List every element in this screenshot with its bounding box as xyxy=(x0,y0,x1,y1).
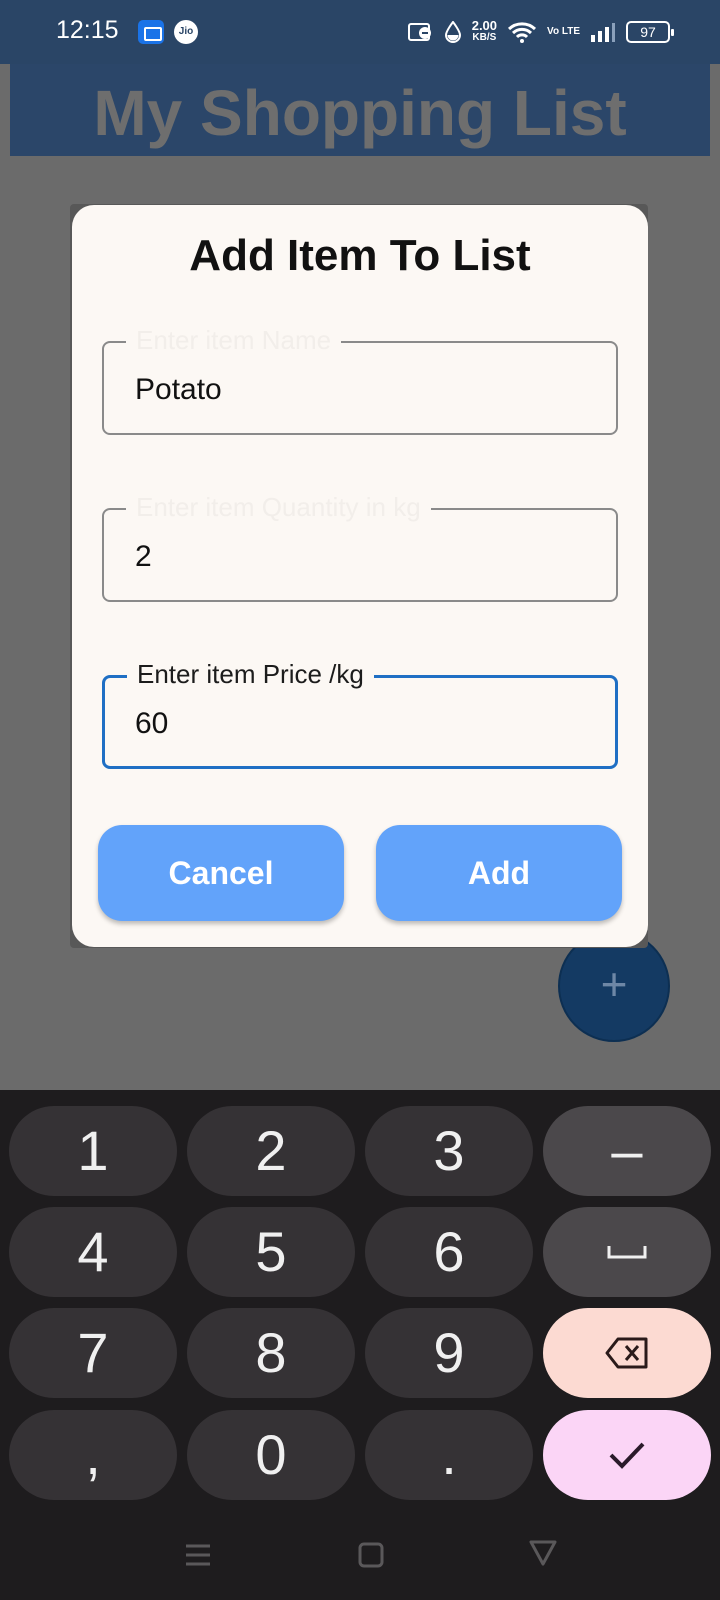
item-price-value[interactable]: 60 xyxy=(135,707,168,741)
menu-icon[interactable] xyxy=(183,1540,213,1570)
key-4[interactable]: 4 xyxy=(9,1207,177,1297)
network-speed: 2.00 KB/S xyxy=(471,18,498,43)
key-comma[interactable]: , xyxy=(9,1410,177,1500)
signal-icon xyxy=(591,23,615,42)
key-9[interactable]: 9 xyxy=(365,1308,533,1398)
wallet-icon xyxy=(138,20,164,44)
checkmark-icon xyxy=(609,1442,645,1469)
item-price-label: Enter item Price /kg xyxy=(127,659,374,690)
back-icon[interactable] xyxy=(528,1538,558,1568)
key-7[interactable]: 7 xyxy=(9,1308,177,1398)
key-6[interactable]: 6 xyxy=(365,1207,533,1297)
app-title: My Shopping List xyxy=(93,77,627,149)
item-quantity-label: Enter item Quantity in kg xyxy=(126,492,431,523)
item-quantity-field[interactable]: Enter item Quantity in kg 2 xyxy=(102,492,618,602)
volte-indicator: Vo LTE xyxy=(547,26,580,37)
key-1[interactable]: 1 xyxy=(9,1106,177,1196)
item-name-label: Enter item Name xyxy=(126,325,342,356)
key-0[interactable]: 0 xyxy=(187,1410,355,1500)
app-header: My Shopping List xyxy=(10,64,710,156)
key-2[interactable]: 2 xyxy=(187,1106,355,1196)
mute-icon xyxy=(407,23,431,41)
add-item-dialog: Add Item To List Enter item Name Potato … xyxy=(72,205,648,947)
item-quantity-value[interactable]: 2 xyxy=(135,540,152,574)
key-5[interactable]: 5 xyxy=(187,1207,355,1297)
key-8[interactable]: 8 xyxy=(187,1308,355,1398)
battery-indicator: 97 xyxy=(626,21,674,43)
plus-icon: + xyxy=(600,958,628,1010)
item-name-field[interactable]: Enter item Name Potato xyxy=(102,325,618,435)
dialog-title: Add Item To List xyxy=(189,231,531,280)
key-backspace[interactable] xyxy=(543,1308,711,1398)
key-3[interactable]: 3 xyxy=(365,1106,533,1196)
status-time: 12:15 xyxy=(56,16,119,44)
key-minus[interactable]: – xyxy=(543,1106,711,1196)
numeric-keyboard: 1 2 3 – 4 5 6 7 8 9 , 0 . xyxy=(0,1090,720,1600)
item-name-value[interactable]: Potato xyxy=(135,373,222,407)
status-icons: 2.00 KB/S Vo LTE 97 xyxy=(407,18,674,46)
item-price-field[interactable]: Enter item Price /kg 60 xyxy=(102,659,618,769)
key-space[interactable] xyxy=(543,1207,711,1297)
cancel-button[interactable]: Cancel xyxy=(98,825,344,921)
wifi-icon xyxy=(508,22,537,43)
status-bar: 12:15 Jio 2.00 KB/S Vo LTE 97 xyxy=(0,0,720,64)
add-button[interactable]: Add xyxy=(376,825,622,921)
water-drop-icon xyxy=(444,21,461,43)
key-period[interactable]: . xyxy=(365,1410,533,1500)
space-icon xyxy=(607,1246,647,1259)
backspace-icon xyxy=(605,1337,648,1369)
jio-icon: Jio xyxy=(174,20,198,44)
key-done[interactable] xyxy=(543,1410,711,1500)
home-icon[interactable] xyxy=(357,1540,385,1570)
